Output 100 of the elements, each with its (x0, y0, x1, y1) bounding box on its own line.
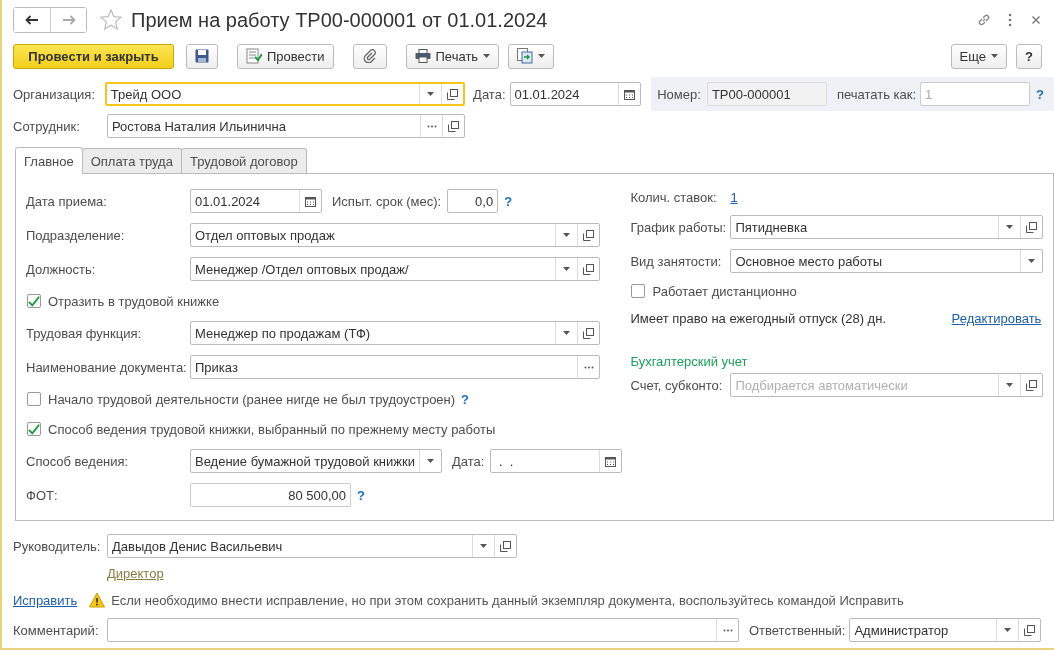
caret-icon (1006, 383, 1014, 387)
field-label: Организация: (13, 86, 97, 102)
warning-text: Если необходимо внести исправление, но при этом сохранить данный экземпляр документа, воспользуйтесь командой Исправить (111, 592, 904, 608)
date-field[interactable]: . . (490, 449, 623, 473)
link-icon[interactable] (976, 12, 992, 28)
help-link[interactable]: ? (1036, 86, 1044, 102)
open-window-icon (1026, 379, 1038, 391)
tab[interactable]: Оплата труда (81, 148, 182, 173)
attach-button[interactable] (352, 43, 387, 69)
vacation-text: Имеет право на ежегодный отпуск (28) дн. (630, 310, 886, 326)
field-label: Дата приема: (26, 193, 108, 209)
create-based-on-button[interactable] (508, 43, 555, 69)
caret-icon (563, 267, 570, 271)
document-name-field[interactable]: Приказ (190, 355, 600, 379)
caret-icon (1006, 225, 1014, 229)
checkbox[interactable] (631, 284, 646, 298)
checkbox-label: Способ ведения трудовой книжки, выбранный по прежнему месту работы (48, 421, 496, 437)
rates-link[interactable]: 1 (730, 189, 738, 205)
dots-icon (583, 365, 594, 369)
date-field[interactable]: 01.01.2024 (509, 82, 642, 106)
caret-icon (1004, 628, 1012, 632)
field-label: Должность: (26, 261, 97, 277)
field-label: Руководитель: (13, 538, 102, 554)
open-window-icon (1024, 624, 1036, 636)
schedule-field[interactable]: Пятидневка (730, 215, 1044, 239)
calendar-icon (305, 195, 316, 207)
trial-period-field[interactable]: 0,0 (447, 189, 499, 213)
more-menu-button[interactable]: Еще (950, 43, 1008, 69)
print-button[interactable]: Печать (405, 43, 500, 69)
comment-field[interactable] (107, 618, 739, 642)
field-label: Дата: (473, 86, 506, 102)
organization-field[interactable]: Трейд ООО (104, 82, 466, 106)
field-label: Дата: (452, 453, 485, 469)
help-button[interactable]: ? (1016, 43, 1042, 69)
star-icon[interactable] (99, 8, 123, 32)
tab[interactable]: Главное (15, 147, 83, 174)
save-button[interactable] (186, 43, 218, 69)
employee-field[interactable]: Ростова Наталия Ильинична (107, 114, 465, 138)
checkmark-icon (28, 422, 40, 436)
help-link[interactable]: ? (461, 391, 470, 407)
calendar-icon (605, 455, 617, 467)
department-field[interactable]: Отдел оптовых продаж (190, 223, 600, 247)
post-button[interactable]: Провести (237, 43, 334, 69)
caret-icon (538, 54, 546, 58)
open-window-icon (1026, 221, 1038, 233)
field-label: График работы: (630, 219, 728, 235)
hire-date-field[interactable]: 01.01.2024 (190, 189, 322, 213)
documents-arrow-icon (517, 48, 534, 64)
paperclip-icon (362, 49, 377, 63)
open-window-icon (583, 229, 594, 241)
field-label: Трудовая функция: (26, 325, 143, 341)
open-window-icon (447, 88, 459, 100)
field-label: Испыт. срок (мес): (332, 193, 442, 209)
field-label: ФОТ: (26, 487, 59, 503)
arrow-right-icon (61, 15, 76, 25)
field-label: Колич. ставок: (630, 189, 718, 205)
open-window-icon (448, 120, 459, 132)
field-label: Ответственный: (749, 622, 846, 638)
checkmark-icon (28, 294, 40, 308)
manager-field[interactable]: Давыдов Денис Васильевич (107, 534, 517, 558)
checkbox[interactable] (27, 422, 41, 436)
manager-position-link[interactable]: Директор (107, 565, 164, 581)
method-field[interactable]: Ведение бумажной трудовой книжки (190, 449, 442, 473)
field-label: печатать как: (836, 86, 917, 102)
tab[interactable]: Трудовой договор (180, 148, 307, 173)
post-and-close-button[interactable]: Провести и закрыть (13, 43, 174, 69)
checkbox[interactable] (27, 392, 41, 406)
caret-icon (563, 233, 570, 237)
field-label: Способ ведения: (26, 453, 130, 469)
field-label: Сотрудник: (13, 118, 81, 134)
dots-icon (722, 628, 733, 632)
caret-icon (480, 544, 487, 548)
caret-icon (991, 54, 999, 58)
number-field[interactable]: ТР00-000001 (706, 82, 827, 106)
calendar-icon (624, 88, 636, 100)
section-title: Бухгалтерский учет (630, 353, 748, 369)
window-title: Прием на работу ТР00-000001 от 01.01.2024 (131, 8, 549, 32)
printer-icon (414, 49, 431, 63)
payroll-field[interactable]: 80 500,00 (190, 483, 351, 507)
edit-link[interactable]: Редактировать (951, 310, 1042, 326)
responsible-field[interactable]: Администратор (849, 618, 1042, 642)
field-label: Счет, субконто: (630, 377, 724, 393)
field-label: Комментарий: (13, 622, 100, 638)
position-field[interactable]: Менеджер /Отдел оптовых продаж/ (190, 257, 600, 281)
checkbox-label: Начало трудовой деятельности (ранее нигде не был трудоустроен) (48, 391, 456, 407)
open-window-icon (583, 327, 594, 339)
field-label: Наименование документа: (26, 359, 188, 375)
caret-icon (427, 92, 435, 96)
employment-type-field[interactable]: Основное место работы (730, 249, 1044, 273)
checkbox-label: Работает дистанционно (652, 283, 797, 299)
open-window-icon (583, 263, 594, 275)
checkbox[interactable] (27, 294, 41, 308)
document-check-icon (246, 48, 262, 64)
help-link[interactable]: ? (504, 193, 513, 209)
checkbox-label: Отразить в трудовой книжке (48, 293, 220, 309)
help-link[interactable]: ? (357, 487, 365, 503)
field-label: Номер: (657, 86, 701, 102)
open-window-icon (500, 540, 511, 552)
labor-function-field[interactable]: Менеджер по продажам (ТФ) (190, 321, 600, 345)
fix-link[interactable]: Исправить (13, 592, 78, 608)
